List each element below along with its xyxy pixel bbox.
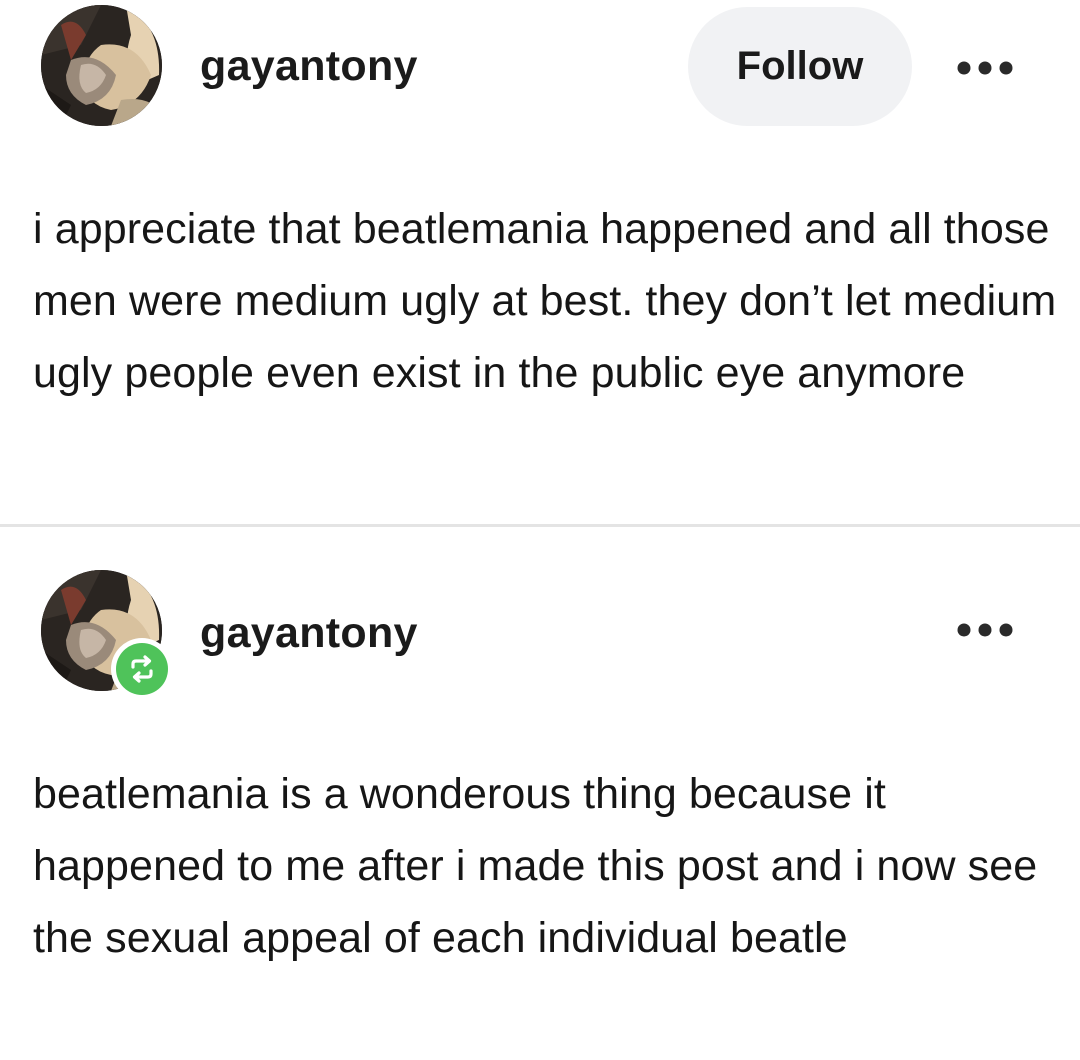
reblog-badge [111, 638, 173, 700]
more-horizontal-icon [957, 61, 1013, 75]
reblog-icon [131, 655, 153, 683]
avatar[interactable] [41, 5, 162, 126]
follow-button[interactable]: Follow [688, 7, 912, 126]
original-post-body: i appreciate that beatlemania happened a… [33, 205, 1057, 397]
post-divider [0, 524, 1080, 527]
username[interactable]: gayantony [200, 609, 418, 658]
reblog-badge-circle [116, 643, 168, 695]
avatar-image [41, 5, 162, 126]
more-options-button[interactable] [950, 48, 1020, 88]
more-options-button[interactable] [950, 610, 1020, 650]
more-horizontal-icon [957, 623, 1013, 637]
reblog-post-body: beatlemania is a wonderous thing because… [33, 770, 1038, 962]
original-post-header: gayantony Follow [0, 0, 1080, 130]
username[interactable]: gayantony [200, 42, 418, 91]
